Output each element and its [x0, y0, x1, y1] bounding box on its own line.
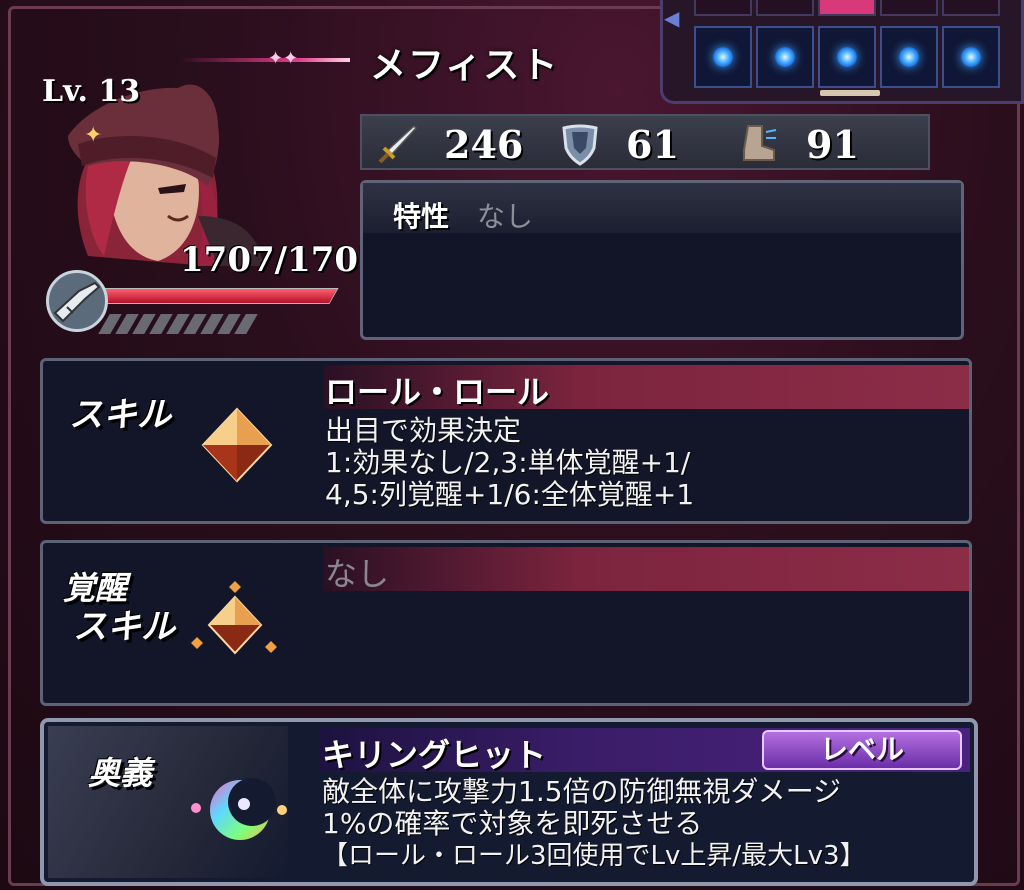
speed-value: 91 — [806, 122, 859, 167]
skill-label: スキル — [69, 395, 171, 435]
formation-back-row — [694, 0, 1000, 18]
unit-dot-icon — [899, 47, 919, 67]
level-label: Lv. 13 — [42, 74, 141, 109]
svg-text:✦: ✦ — [84, 123, 102, 148]
trait-label: 特性 — [393, 200, 450, 233]
gun-weapon-icon — [46, 270, 108, 332]
skill-name: ロール・ロール — [325, 373, 550, 411]
charge-gauge — [98, 314, 258, 334]
formation-back-slot-selected[interactable] — [818, 0, 876, 16]
unit-dot-icon — [961, 47, 981, 67]
stats-bar: 246 61 91 — [360, 114, 930, 170]
skill-desc-line: 4,5:列覚醒+1/6:全体覚醒+1 — [325, 478, 695, 511]
hp-value: 1707/1707 — [180, 240, 382, 280]
ougi-desc-line: 【ロール・ロール3回使用でLv上昇/最大Lv3】 — [322, 841, 866, 871]
awaken-skill-name: なし — [325, 555, 390, 593]
formation-front-row — [694, 26, 1000, 88]
ougi-name: キリングヒット — [322, 736, 547, 774]
level-button[interactable]: レベル — [762, 730, 962, 770]
character-name: メフィスト — [370, 45, 560, 86]
formation-cursor — [820, 90, 880, 96]
ougi-desc-line: 1%の確率で対象を即死させる — [322, 807, 703, 840]
skill-panel[interactable]: スキル ロール・ロール 出目で効果決定 1:効果なし/2,3:単体覚醒+1/ 4… — [40, 358, 972, 524]
awaken-gem-icon — [191, 581, 277, 655]
formation-slot[interactable] — [694, 26, 752, 88]
formation-slot-selected[interactable] — [818, 26, 876, 88]
formation-back-slot[interactable] — [880, 0, 938, 16]
skill-desc-line: 1:効果なし/2,3:単体覚醒+1/ — [325, 446, 691, 479]
skill-gem-icon — [201, 407, 273, 483]
unit-dot-icon — [775, 47, 795, 67]
attack-value: 246 — [444, 122, 524, 167]
ougi-label: 奥義 — [88, 754, 153, 792]
formation-back-slot[interactable] — [756, 0, 814, 16]
sparkle-icon: ✦✦ — [268, 48, 299, 69]
trait-panel: 特性 なし — [360, 180, 964, 340]
hp-bar — [91, 288, 339, 304]
formation-slot[interactable] — [880, 26, 938, 88]
formation-back-slot[interactable] — [942, 0, 1000, 16]
boot-icon — [743, 125, 777, 161]
awaken-label-line2: スキル — [73, 607, 175, 647]
unit-dot-icon — [713, 47, 733, 67]
title-decoration — [180, 58, 350, 62]
sword-icon — [378, 124, 418, 164]
hp-bar-fill — [92, 289, 338, 303]
trait-header — [363, 183, 961, 233]
trait-value: なし — [477, 200, 534, 233]
crescent-moon-icon — [191, 778, 287, 840]
unit-dot-icon — [837, 47, 857, 67]
formation-slot[interactable] — [942, 26, 1000, 88]
formation-slot[interactable] — [756, 26, 814, 88]
defense-value: 61 — [626, 122, 679, 167]
awaken-skill-panel[interactable]: 覚醒 スキル なし — [40, 540, 972, 706]
shield-icon — [562, 124, 598, 166]
chevron-left-icon[interactable]: ◀ — [664, 6, 679, 30]
skill-desc-line: 出目で効果決定 — [325, 414, 522, 447]
ougi-panel[interactable]: 奥義 キリングヒット レベル 敵全体に攻撃力1.5倍の防御無視ダメージ 1%の確… — [40, 718, 978, 886]
ougi-desc-line: 敵全体に攻撃力1.5倍の防御無視ダメージ — [322, 775, 842, 808]
awaken-skill-header — [323, 547, 969, 591]
formation-back-slot[interactable] — [694, 0, 752, 16]
